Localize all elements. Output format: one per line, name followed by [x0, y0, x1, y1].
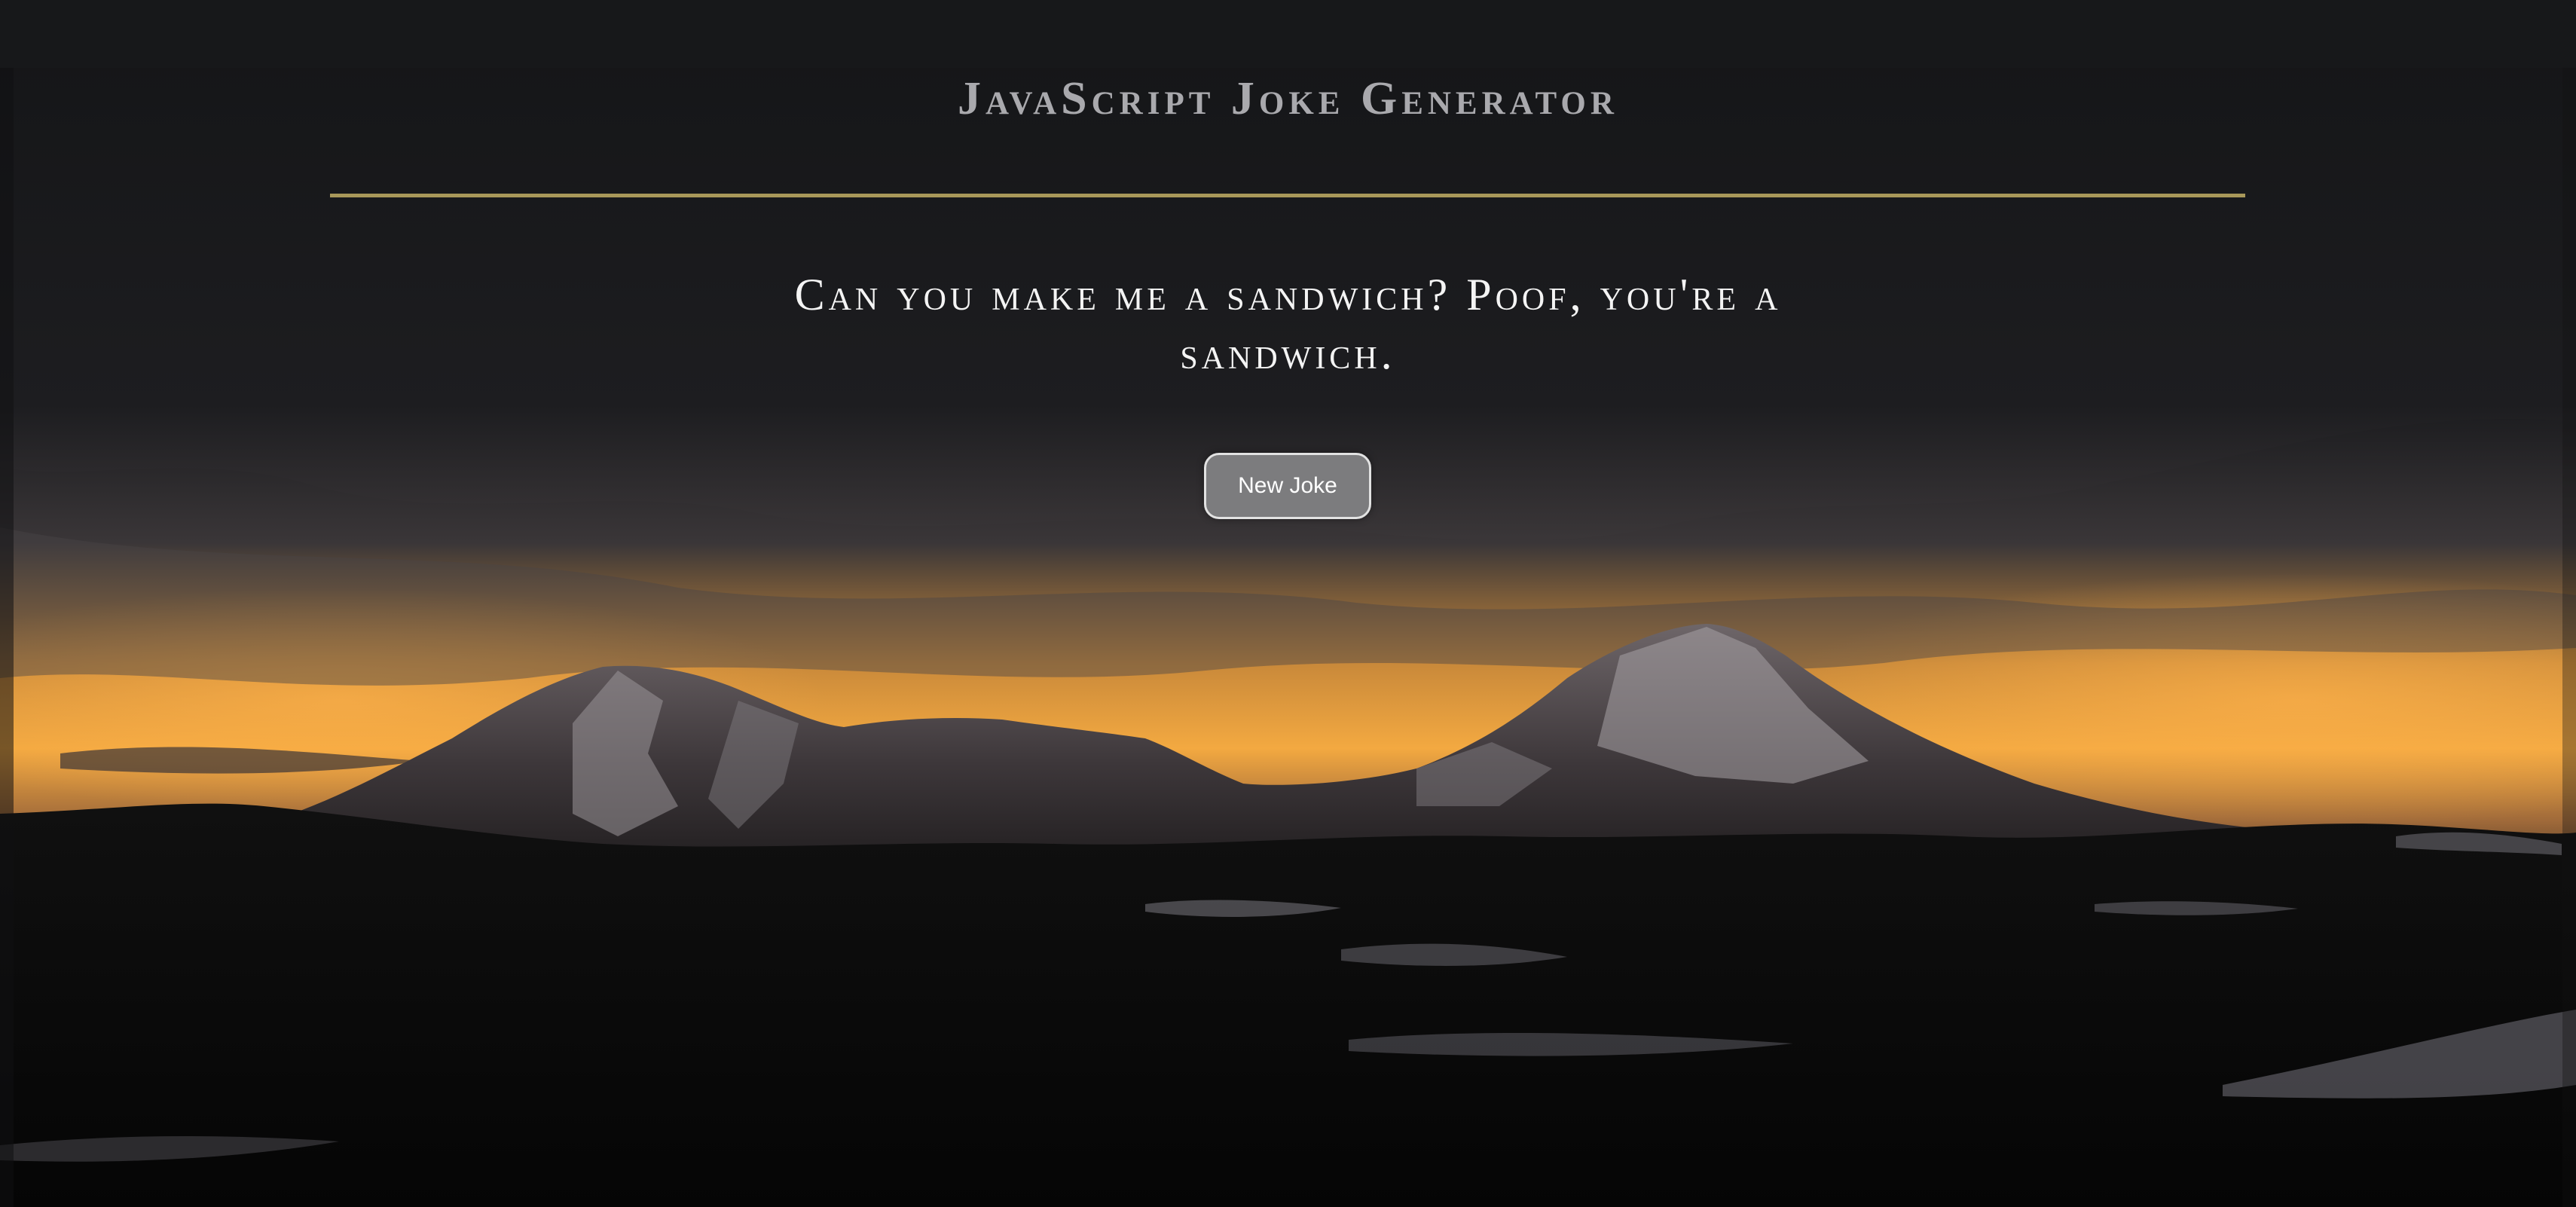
joke-text: Can you make me a sandwich? Poof, you're…: [794, 270, 1782, 378]
left-edge-strip: [0, 68, 14, 1207]
right-edge-strip: [2562, 68, 2576, 1207]
page-title: JavaScript Joke Generator: [958, 73, 1618, 124]
background-landscape-image: [0, 0, 2576, 1207]
header-band: [0, 0, 2576, 68]
title-divider: [330, 194, 2245, 197]
new-joke-button[interactable]: New Joke: [1204, 453, 1371, 519]
